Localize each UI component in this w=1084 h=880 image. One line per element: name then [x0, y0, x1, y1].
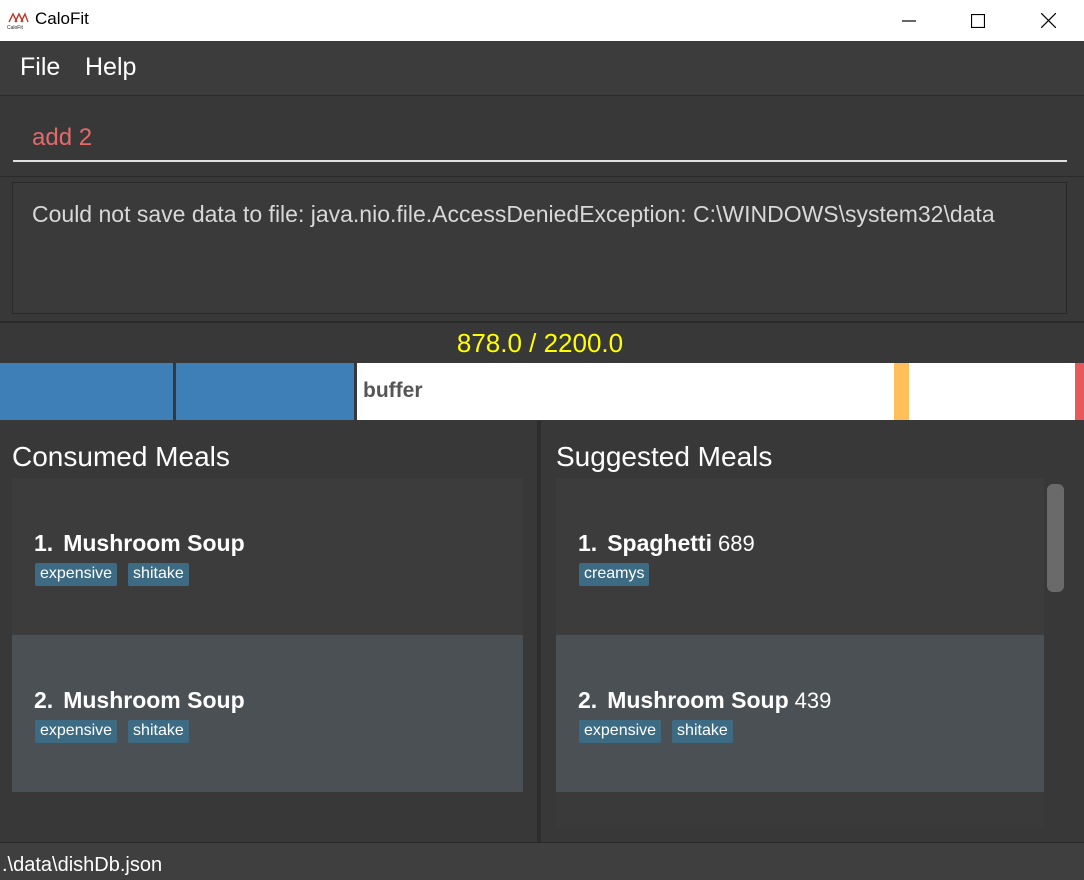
tag: expensive	[35, 720, 118, 743]
list-item[interactable]: 2. Mushroom Soup expensive shitake	[12, 635, 523, 792]
status-bar: .\data\dishDb.json	[0, 842, 1084, 880]
calorie-progress-bar: buffer	[0, 363, 1084, 420]
meal-tags: creamys	[579, 563, 650, 586]
command-box-container	[0, 97, 1084, 177]
meal-index: 1.	[34, 530, 54, 556]
svg-text:CaloFit: CaloFit	[7, 25, 23, 30]
buffer-label: buffer	[363, 379, 423, 402]
close-icon	[1040, 13, 1056, 28]
meal-name: Spaghetti	[607, 530, 712, 556]
suggested-meals-title: Suggested Meals	[556, 441, 773, 472]
meal-title: 1. Spaghetti 689	[578, 530, 755, 557]
meal-tags: expensive shitake	[579, 720, 733, 743]
tag: expensive	[35, 563, 118, 586]
meal-tags: expensive shitake	[35, 563, 189, 586]
meal-name: Mushroom Soup	[63, 687, 245, 713]
meal-name: Mushroom Soup	[63, 530, 245, 556]
menu-help[interactable]: Help	[85, 53, 136, 82]
minimize-button[interactable]	[874, 0, 944, 41]
panel-divider	[537, 421, 541, 842]
meal-index: 2.	[34, 687, 54, 713]
data-file-path: .\data\dishDb.json	[2, 854, 163, 876]
consumed-meals-title: Consumed Meals	[12, 441, 230, 472]
meal-title: 2. Mushroom Soup	[34, 687, 245, 714]
meal-index: 1.	[578, 530, 598, 556]
meal-title: 2. Mushroom Soup 439	[578, 687, 831, 714]
result-display[interactable]: Could not save data to file: java.nio.fi…	[12, 182, 1067, 314]
progress-segment-meal-2	[176, 363, 354, 420]
tag: creamys	[579, 563, 650, 586]
progress-marker-limit	[1075, 363, 1084, 420]
meal-calories: 689	[717, 531, 755, 556]
maximize-icon	[971, 13, 985, 28]
minimize-icon	[902, 19, 916, 22]
consumed-meals-list[interactable]: 1. Mushroom Soup expensive shitake 2. Mush…	[12, 478, 523, 795]
suggested-list-scrollbar[interactable]	[1047, 484, 1064, 592]
meal-calories: 439	[794, 688, 832, 713]
meal-title: 1. Mushroom Soup	[34, 530, 245, 557]
tag: shitake	[128, 563, 189, 586]
calorie-count: 878.0 / 2200.0	[456, 328, 624, 358]
meal-name: Mushroom Soup	[607, 687, 789, 713]
menu-file[interactable]: File	[20, 53, 60, 82]
maximize-button[interactable]	[943, 0, 1013, 41]
title-bar: CaloFit CaloFit	[0, 0, 1084, 41]
command-input[interactable]	[13, 115, 1067, 162]
meal-tags: expensive shitake	[35, 720, 189, 743]
list-item[interactable]: 1. Mushroom Soup expensive shitake	[12, 478, 523, 635]
section-divider	[0, 321, 1084, 323]
calofit-logo-icon: CaloFit	[7, 12, 29, 30]
list-item[interactable]: 1. Spaghetti 689 creamys	[556, 478, 1044, 635]
close-button[interactable]	[1013, 0, 1083, 41]
result-message: Could not save data to file: java.nio.fi…	[32, 201, 995, 227]
progress-segment-meal-1	[0, 363, 173, 420]
window-title: CaloFit	[35, 9, 89, 28]
list-item[interactable]: 2. Mushroom Soup 439 expensive shitake	[556, 635, 1044, 792]
suggested-meals-list[interactable]: 1. Spaghetti 689 creamys 2. Mushroom Soup 43…	[556, 478, 1044, 828]
tag: shitake	[672, 720, 733, 743]
progress-marker-warning	[894, 363, 909, 420]
tag: expensive	[579, 720, 662, 743]
menu-bar: File Help	[0, 41, 1084, 96]
meal-index: 2.	[578, 687, 598, 713]
progress-gap	[354, 363, 357, 420]
tag: shitake	[128, 720, 189, 743]
